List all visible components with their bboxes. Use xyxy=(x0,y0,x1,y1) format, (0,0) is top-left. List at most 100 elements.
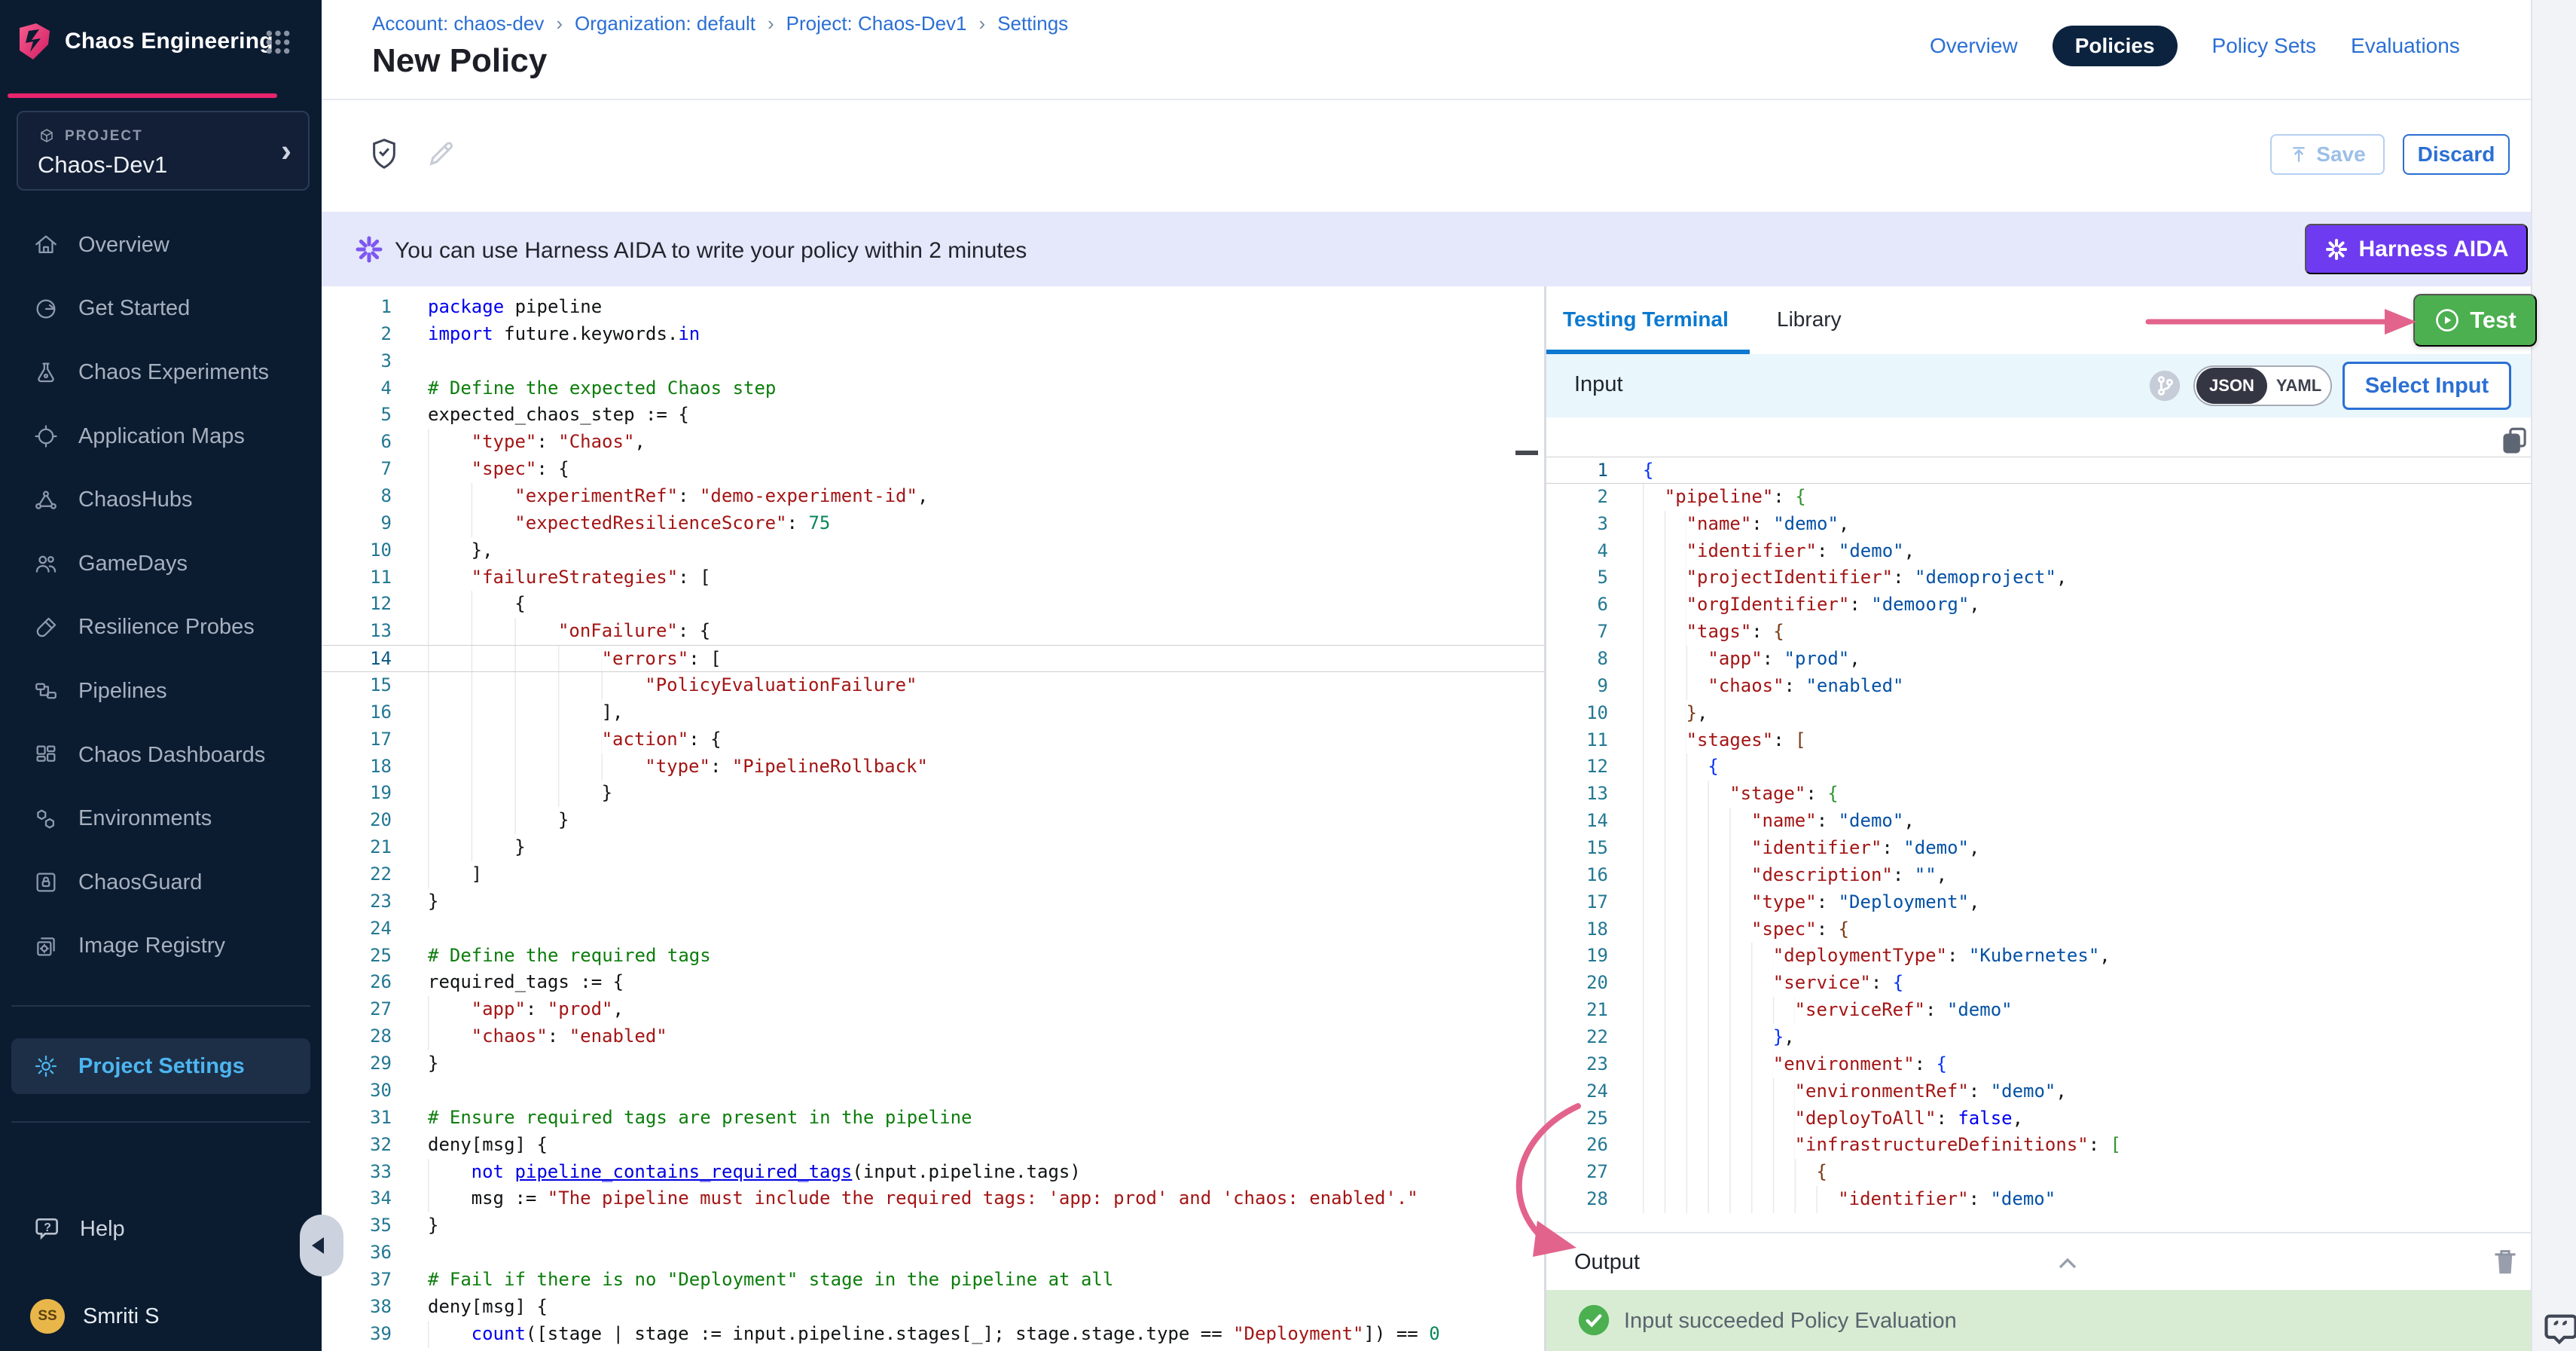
tab-library[interactable]: Library xyxy=(1777,307,1842,332)
code-line-3[interactable]: 3 xyxy=(322,348,1545,375)
tab-policies[interactable]: Policies xyxy=(2053,26,2178,66)
code-line-27[interactable]: 27"app": "prod", xyxy=(322,996,1545,1023)
help-button[interactable]: ? Help xyxy=(33,1215,125,1243)
code-line-27[interactable]: 27{ xyxy=(1546,1159,2531,1186)
code-line-28[interactable]: 28"identifier": "demo" xyxy=(1546,1186,2531,1213)
code-line-3[interactable]: 3"name": "demo", xyxy=(1546,511,2531,538)
breadcrumb-link[interactable]: Account: chaos-dev xyxy=(372,12,544,35)
code-line-18[interactable]: 18"spec": { xyxy=(1546,916,2531,943)
code-line-18[interactable]: 18"type": "PipelineRollback" xyxy=(322,753,1545,781)
code-line-5[interactable]: 5"projectIdentifier": "demoproject", xyxy=(1546,564,2531,591)
format-toggle[interactable]: JSON YAML xyxy=(2193,365,2332,406)
breadcrumb-link[interactable]: Organization: default xyxy=(575,12,755,35)
policy-code-editor[interactable]: 1package pipeline2import future.keywords… xyxy=(322,286,1545,1351)
harness-aida-button[interactable]: Harness AIDA xyxy=(2305,224,2528,274)
code-line-29[interactable]: 29} xyxy=(322,1050,1545,1077)
code-line-21[interactable]: 21"serviceRef": "demo" xyxy=(1546,997,2531,1024)
code-line-7[interactable]: 7"spec": { xyxy=(322,456,1545,483)
trash-icon[interactable] xyxy=(2489,1246,2521,1279)
breadcrumb-link[interactable]: Settings xyxy=(997,12,1068,35)
sidebar-item-overview[interactable]: Overview xyxy=(0,213,322,277)
code-line-13[interactable]: 13"stage": { xyxy=(1546,781,2531,808)
sidebar-item-chaosguard[interactable]: ChaosGuard xyxy=(0,851,322,915)
tab-testing-terminal[interactable]: Testing Terminal xyxy=(1563,307,1729,332)
code-line-39[interactable]: 39count([stage | stage := input.pipeline… xyxy=(322,1321,1545,1348)
sidebar-item-project-settings[interactable]: Project Settings xyxy=(11,1038,310,1094)
sidebar-item-image-registry[interactable]: Image Registry xyxy=(0,915,322,979)
code-line-23[interactable]: 23"environment": { xyxy=(1546,1051,2531,1078)
module-grid-icon[interactable] xyxy=(263,27,293,57)
discard-button[interactable]: Discard xyxy=(2403,134,2510,175)
sidebar-item-gamedays[interactable]: GameDays xyxy=(0,532,322,596)
code-line-36[interactable]: 36 xyxy=(322,1239,1545,1267)
code-line-12[interactable]: 12{ xyxy=(322,591,1545,618)
code-line-5[interactable]: 5expected_chaos_step := { xyxy=(322,402,1545,429)
toggle-option-json[interactable]: JSON xyxy=(2196,368,2267,404)
input-json-editor[interactable]: 1{2"pipeline": {3"name": "demo",4"identi… xyxy=(1546,417,2531,1233)
sidebar-collapse-handle[interactable] xyxy=(300,1215,343,1276)
tab-policy-sets[interactable]: Policy Sets xyxy=(2212,34,2317,58)
code-line-37[interactable]: 37# Fail if there is no "Deployment" sta… xyxy=(322,1267,1545,1294)
code-line-12[interactable]: 12{ xyxy=(1546,753,2531,781)
code-line-7[interactable]: 7"tags": { xyxy=(1546,619,2531,646)
code-line-2[interactable]: 2"pipeline": { xyxy=(1546,484,2531,511)
code-line-10[interactable]: 10}, xyxy=(322,537,1545,564)
code-line-33[interactable]: 33not pipeline_contains_required_tags(in… xyxy=(322,1159,1545,1186)
policy-shield-check-icon[interactable] xyxy=(369,137,399,170)
code-line-22[interactable]: 22] xyxy=(322,861,1545,888)
save-button[interactable]: Save xyxy=(2270,134,2385,175)
sidebar-item-chaoshubs[interactable]: ChaosHubs xyxy=(0,468,322,532)
code-line-19[interactable]: 19} xyxy=(322,780,1545,807)
tab-evaluations[interactable]: Evaluations xyxy=(2351,34,2460,58)
code-line-23[interactable]: 23} xyxy=(322,888,1545,915)
code-line-24[interactable]: 24"environmentRef": "demo", xyxy=(1546,1078,2531,1105)
code-line-35[interactable]: 35} xyxy=(322,1212,1545,1239)
copy-icon[interactable] xyxy=(2499,425,2531,457)
edit-pencil-icon[interactable] xyxy=(426,139,456,169)
code-line-22[interactable]: 22}, xyxy=(1546,1024,2531,1051)
sidebar-item-environments[interactable]: Environments xyxy=(0,787,322,851)
test-button[interactable]: Test xyxy=(2413,294,2537,347)
sidebar-item-resilience-probes[interactable]: Resilience Probes xyxy=(0,596,322,660)
toggle-option-yaml[interactable]: YAML xyxy=(2267,376,2330,396)
git-branch-icon[interactable] xyxy=(2148,369,2181,402)
code-line-2[interactable]: 2import future.keywords.in xyxy=(322,321,1545,348)
chevron-up-icon[interactable] xyxy=(2053,1249,2083,1279)
code-line-4[interactable]: 4"identifier": "demo", xyxy=(1546,538,2531,565)
code-line-16[interactable]: 16], xyxy=(322,699,1545,726)
code-line-34[interactable]: 34msg := "The pipeline must include the … xyxy=(322,1185,1545,1212)
code-line-9[interactable]: 9"expectedResilienceScore": 75 xyxy=(322,510,1545,537)
code-line-24[interactable]: 24 xyxy=(322,915,1545,943)
code-line-25[interactable]: 25# Define the required tags xyxy=(322,943,1545,970)
code-line-26[interactable]: 26required_tags := { xyxy=(322,969,1545,996)
code-line-8[interactable]: 8"app": "prod", xyxy=(1546,646,2531,673)
code-line-38[interactable]: 38deny[msg] { xyxy=(322,1294,1545,1321)
code-line-14[interactable]: 14"name": "demo", xyxy=(1546,808,2531,835)
code-line-31[interactable]: 31# Ensure required tags are present in … xyxy=(322,1105,1545,1132)
code-line-16[interactable]: 16"description": "", xyxy=(1546,862,2531,889)
code-line-10[interactable]: 10}, xyxy=(1546,700,2531,727)
code-line-21[interactable]: 21} xyxy=(322,834,1545,861)
breadcrumb-link[interactable]: Project: Chaos-Dev1 xyxy=(786,12,967,35)
code-line-17[interactable]: 17"action": { xyxy=(322,726,1545,753)
support-chat-icon[interactable] xyxy=(2541,1310,2576,1349)
code-line-9[interactable]: 9"chaos": "enabled" xyxy=(1546,673,2531,700)
code-line-14[interactable]: 14"errors": [ xyxy=(322,645,1545,672)
select-input-button[interactable]: Select Input xyxy=(2343,362,2511,410)
code-line-15[interactable]: 15"identifier": "demo", xyxy=(1546,835,2531,862)
sidebar-item-pipelines[interactable]: Pipelines xyxy=(0,659,322,723)
code-line-17[interactable]: 17"type": "Deployment", xyxy=(1546,889,2531,916)
sidebar-item-get-started[interactable]: Get Started xyxy=(0,277,322,341)
code-line-26[interactable]: 26"infrastructureDefinitions": [ xyxy=(1546,1132,2531,1159)
code-line-8[interactable]: 8"experimentRef": "demo-experiment-id", xyxy=(322,483,1545,510)
user-menu[interactable]: SS Smriti S xyxy=(30,1299,160,1334)
sidebar-item-chaos-experiments[interactable]: Chaos Experiments xyxy=(0,341,322,405)
code-line-13[interactable]: 13"onFailure": { xyxy=(322,618,1545,645)
code-line-11[interactable]: 11"stages": [ xyxy=(1546,727,2531,754)
code-line-20[interactable]: 20"service": { xyxy=(1546,970,2531,997)
code-line-6[interactable]: 6"type": "Chaos", xyxy=(322,429,1545,456)
code-line-28[interactable]: 28"chaos": "enabled" xyxy=(322,1023,1545,1050)
project-selector[interactable]: PROJECT Chaos-Dev1 › xyxy=(17,111,310,191)
code-line-6[interactable]: 6"orgIdentifier": "demoorg", xyxy=(1546,591,2531,619)
sidebar-item-chaos-dashboards[interactable]: Chaos Dashboards xyxy=(0,723,322,787)
